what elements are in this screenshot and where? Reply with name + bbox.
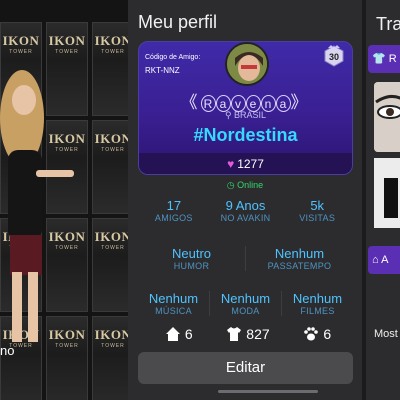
- poster-brand: IKON: [2, 33, 40, 48]
- figure-icon: [374, 158, 400, 228]
- stat-visits: 5k VISITAS: [281, 198, 353, 223]
- poster: IKONTOWER: [92, 22, 128, 116]
- outfits-value: 827: [246, 326, 270, 342]
- paw-icon: [304, 327, 319, 341]
- stat-label: VISITAS: [299, 213, 336, 223]
- poster-brand: IKON: [94, 131, 128, 146]
- stat-friends[interactable]: 17 AMIGOS: [138, 198, 210, 223]
- heart-icon: ♥: [227, 157, 235, 171]
- poster-brand: IKON: [48, 33, 86, 48]
- stat-value: Nenhum: [292, 291, 343, 306]
- face-closeup-icon: [374, 82, 400, 152]
- level-value: 30: [328, 52, 339, 62]
- homes-value: 6: [184, 326, 193, 342]
- shirt-icon: 👕: [372, 53, 386, 65]
- side-tab-label: A: [381, 254, 389, 266]
- stat-value: 17: [166, 198, 182, 213]
- avatar[interactable]: [225, 42, 269, 86]
- page-title: Meu perfil: [138, 12, 218, 32]
- collection-counts: 6 827 6: [148, 326, 348, 342]
- poster-brand: IKON: [94, 229, 128, 244]
- side-panel: Tra 👕 R ⌂ A Most: [362, 0, 400, 400]
- poster-sub: TOWER: [101, 49, 125, 55]
- poster-sub: TOWER: [101, 147, 125, 153]
- stat-value: Nenhum: [274, 246, 325, 261]
- profile-hashtag: #Nordestina: [193, 125, 298, 145]
- country: ⚲ BRASIL: [139, 110, 352, 121]
- stat-age: 9 Anos NO AVAKIN: [210, 198, 282, 223]
- poster: IKONTOWER: [92, 120, 128, 214]
- stat-movies: Nenhum FILMES: [282, 291, 353, 316]
- hearts-value: 1277: [237, 157, 264, 171]
- hearts-counter[interactable]: ♥ 1277: [139, 153, 352, 174]
- stat-label: AMIGOS: [154, 213, 193, 223]
- pets-value: 6: [323, 326, 332, 342]
- stat-value: Neutro: [171, 246, 212, 261]
- friend-code[interactable]: RKT-NNZ: [145, 66, 180, 75]
- poster-brand: IKON: [94, 33, 128, 48]
- outfit-thumbnail[interactable]: [374, 158, 400, 228]
- profile-card: Código de Amigo: RKT-NNZ 30 《 Ra v e n a 》 ⚲ B…: [138, 41, 353, 175]
- house-icon: [165, 327, 180, 341]
- avatar-caption: no: [0, 343, 15, 358]
- outfit-thumbnail[interactable]: [374, 82, 400, 152]
- stat-mood: Neutro HUMOR: [138, 246, 246, 271]
- stat-value: Nenhum: [220, 291, 271, 306]
- stat-label: MODA: [231, 306, 260, 316]
- side-tab-avatar[interactable]: ⌂ A: [368, 246, 400, 274]
- stat-label: NO AVAKIN: [220, 213, 271, 223]
- avatar-figure[interactable]: [0, 60, 80, 360]
- stat-label: MÚSICA: [155, 306, 192, 316]
- outfits-count[interactable]: 827: [226, 326, 270, 342]
- clock-icon: ◷: [226, 180, 235, 190]
- side-tab-outfits[interactable]: 👕 R: [368, 45, 400, 73]
- stat-fashion: Nenhum MODA: [210, 291, 282, 316]
- edit-profile-button[interactable]: Editar: [138, 352, 353, 384]
- side-panel-caption: Most: [374, 328, 398, 340]
- shirt-icon: [227, 327, 242, 341]
- stat-label: PASSATEMPO: [267, 261, 332, 271]
- stats-row-middle: Neutro HUMOR Nenhum PASSATEMPO: [138, 246, 353, 271]
- poster-brand: IKON: [94, 327, 128, 342]
- side-tab-label: R: [388, 53, 397, 65]
- stat-label: FILMES: [300, 306, 335, 316]
- stats-row-bottom: Nenhum MÚSICA Nenhum MODA Nenhum FILMES: [138, 291, 353, 316]
- online-status: ◷ Online: [128, 180, 362, 191]
- poster: IKONTOWER: [92, 218, 128, 312]
- status-label: Online: [237, 180, 264, 190]
- stat-label: HUMOR: [173, 261, 210, 271]
- location-pin-icon: ⚲: [224, 110, 232, 120]
- country-label: BRASIL: [234, 110, 267, 120]
- profile-panel: Meu perfil Código de Amigo: RKT-NNZ 30 《…: [128, 0, 362, 400]
- scrollbar[interactable]: [218, 390, 318, 393]
- poster: IKONTOWER: [92, 316, 128, 400]
- pets-count[interactable]: 6: [303, 326, 331, 342]
- stat-value: 5k: [310, 198, 325, 213]
- avatar-showcase: IKON TOWER IKON TOWER IKON TOWER IKON TOWER …: [0, 0, 128, 400]
- homes-count[interactable]: 6: [165, 326, 193, 342]
- stat-value: 9 Anos: [225, 198, 266, 213]
- stats-row-top: 17 AMIGOS 9 Anos NO AVAKIN 5k VISITAS: [138, 198, 353, 223]
- house-icon: ⌂: [372, 254, 379, 266]
- poster-sub: TOWER: [101, 343, 125, 349]
- side-panel-title: Tra: [376, 14, 400, 34]
- friend-code-label: Código de Amigo:: [145, 54, 201, 61]
- stat-music: Nenhum MÚSICA: [138, 291, 210, 316]
- stat-value: Nenhum: [148, 291, 199, 306]
- poster-sub: TOWER: [9, 49, 33, 55]
- stat-hobby: Nenhum PASSATEMPO: [246, 246, 353, 271]
- poster-sub: TOWER: [55, 49, 79, 55]
- poster-sub: TOWER: [101, 245, 125, 251]
- avatar-portrait-icon: [227, 44, 267, 84]
